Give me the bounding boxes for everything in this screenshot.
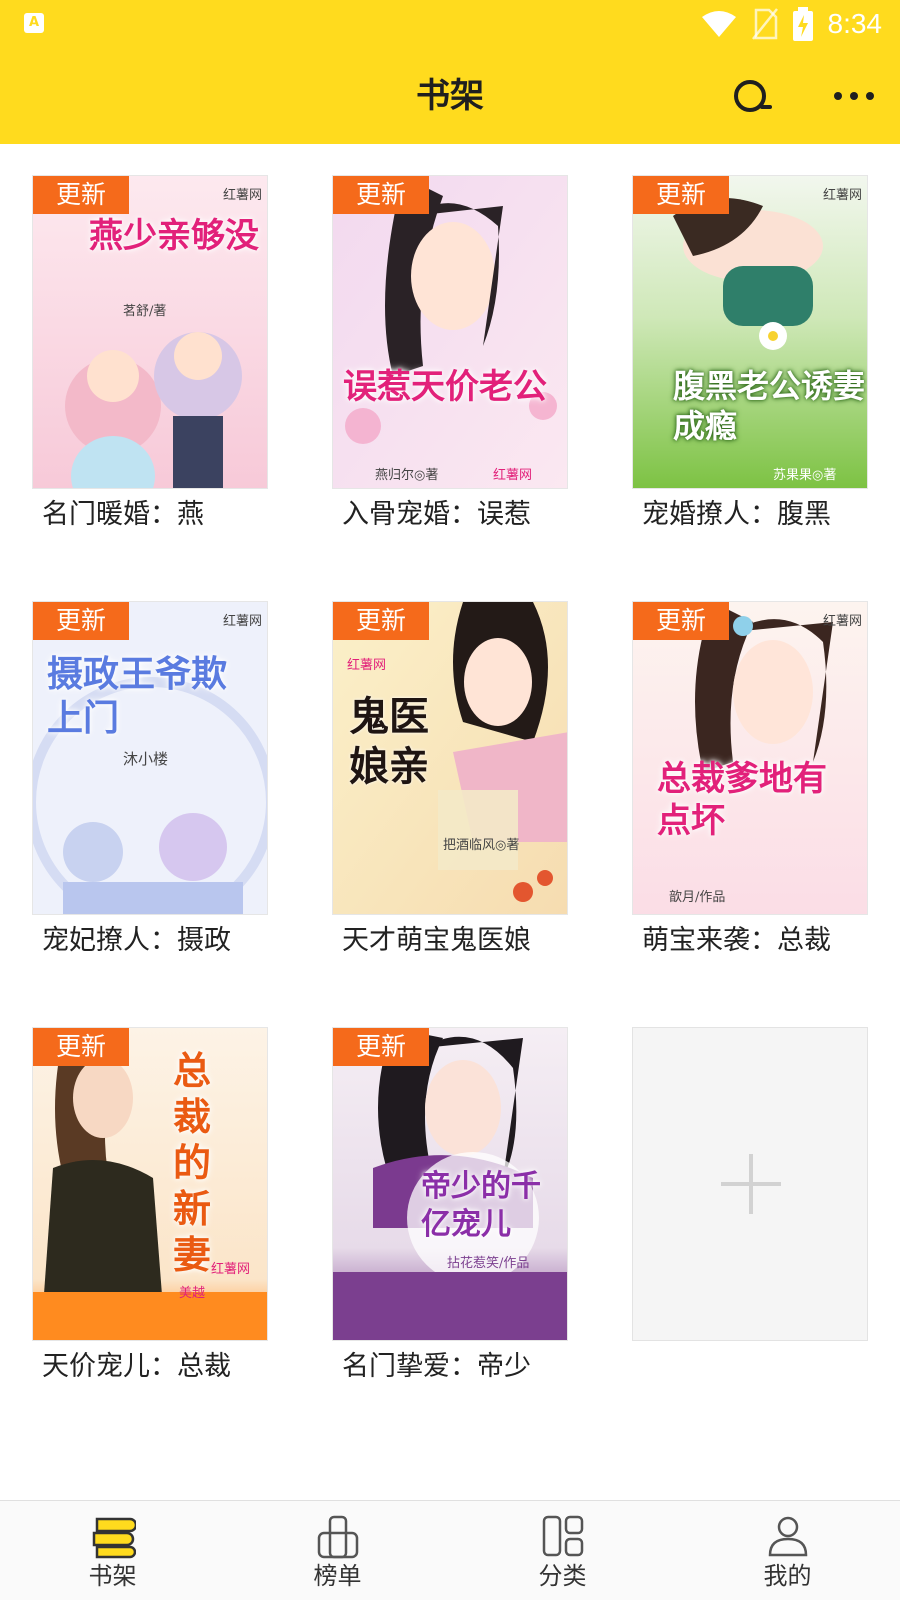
cover-brand: 红薯网: [223, 614, 263, 629]
cover-title-text: 帝少的千亿宠儿: [421, 1169, 541, 1242]
update-badge: 更新: [333, 1028, 429, 1066]
cover-brand: 红薯网: [823, 614, 863, 629]
book-title: 宠婚撩人：腹黑: [642, 499, 831, 530]
no-sim-icon: [751, 8, 778, 40]
book-item[interactable]: 更新 燕少亲够没 红薯网 茗舒/著 名门暖婚：燕: [32, 175, 268, 565]
book-item[interactable]: 更新 帝少的千亿宠儿 拈花惹笑/作品 名门挚爱：帝少: [332, 1027, 568, 1417]
app-bar: 书架: [0, 48, 900, 144]
notification-app-icon: A: [24, 13, 44, 33]
book-item[interactable]: 更新 腹黑老公诱妻成瘾 红薯网 苏果果◎著 宠婚撩人：腹黑: [632, 175, 868, 565]
cover-brand: 红薯网: [823, 188, 863, 203]
update-badge: 更新: [33, 602, 129, 640]
cover-author: 歆月/作品: [669, 890, 726, 905]
update-badge: 更新: [33, 1028, 129, 1066]
nav-label: 我的: [763, 1562, 812, 1590]
nav-label: 分类: [538, 1562, 587, 1590]
book-title: 入骨宠婚：误惹: [342, 499, 531, 530]
cover-brand: 红薯网: [223, 188, 263, 203]
profile-icon: [768, 1516, 808, 1557]
book-cover[interactable]: 更新 帝少的千亿宠儿 拈花惹笑/作品: [332, 1027, 568, 1341]
nav-label: 榜单: [313, 1562, 362, 1590]
update-badge: 更新: [333, 176, 429, 214]
cover-author: 苏果果◎著: [773, 468, 837, 483]
book-cover[interactable]: 更新 鬼医娘亲 红薯网 把酒临风◎著: [332, 601, 568, 915]
book-title: 天才萌宝鬼医娘: [342, 925, 531, 956]
battery-charging-icon: [792, 7, 813, 41]
book-title: 天价宠儿：总裁: [42, 1351, 231, 1382]
book-cover[interactable]: 更新 总裁的新妻 红薯网 美越: [32, 1027, 268, 1341]
cover-brand: 红薯网: [347, 658, 387, 673]
cover-art: [333, 176, 567, 488]
cover-author: 沐小楼: [123, 750, 169, 768]
book-item[interactable]: 更新 鬼医娘亲 红薯网 把酒临风◎著 天才萌宝鬼医娘: [332, 601, 568, 991]
book-item[interactable]: 更新 总裁的新妻 红薯网 美越 天价宠儿：总裁: [32, 1027, 268, 1417]
cover-title-text: 总裁的新妻: [173, 1048, 212, 1277]
book-cover[interactable]: 更新 腹黑老公诱妻成瘾 红薯网 苏果果◎著: [632, 175, 868, 489]
cover-title-text: 总裁爹地有点坏: [657, 759, 827, 841]
status-bar: A 8:34: [0, 0, 900, 48]
update-badge: 更新: [33, 176, 129, 214]
ranking-icon: [317, 1515, 359, 1559]
add-book-button[interactable]: [632, 1027, 868, 1341]
update-badge: 更新: [333, 602, 429, 640]
book-cover[interactable]: 更新 总裁爹地有点坏 歆月/作品 红薯网: [632, 601, 868, 915]
status-icons: 8:34: [700, 6, 883, 42]
bookshelf-icon: [92, 1517, 136, 1559]
book-title: 萌宝来袭：总裁: [642, 925, 831, 956]
book-item[interactable]: 更新 摄政王爷欺上门 红薯网 沐小楼 宠妃撩人：摄政: [32, 601, 268, 991]
bottom-nav: 书架 榜单 分类 我的: [0, 1500, 900, 1600]
cover-art: [33, 1028, 267, 1340]
search-button[interactable]: [730, 74, 778, 118]
cover-author: 把酒临风◎著: [443, 838, 520, 853]
cover-title-text: 鬼医娘亲: [349, 693, 429, 790]
cover-author: 拈花惹笑/作品: [447, 1256, 530, 1271]
wifi-icon: [701, 11, 736, 37]
cover-title-text: 误惹天价老公: [343, 367, 547, 407]
book-title: 名门挚爱：帝少: [342, 1351, 531, 1382]
nav-label: 书架: [88, 1562, 137, 1590]
nav-item-profile[interactable]: 我的: [675, 1501, 900, 1600]
app-root: A 8:34 书架 更新 燕少亲够没 红薯网 茗舒/著 名门暖婚：燕 更新 误惹…: [0, 0, 900, 1600]
cover-title-text: 燕少亲够没: [89, 216, 259, 256]
book-cover[interactable]: 更新 燕少亲够没 红薯网 茗舒/著: [32, 175, 268, 489]
update-badge: 更新: [633, 602, 729, 640]
nav-item-bookshelf[interactable]: 书架: [0, 1501, 225, 1600]
book-item[interactable]: 更新 总裁爹地有点坏 歆月/作品 红薯网 萌宝来袭：总裁: [632, 601, 868, 991]
cover-author: 茗舒/著: [123, 304, 167, 319]
more-icon: [834, 92, 874, 100]
nav-item-category[interactable]: 分类: [450, 1501, 675, 1600]
cover-brand: 红薯网: [493, 468, 533, 483]
update-badge: 更新: [633, 176, 729, 214]
more-button[interactable]: [830, 74, 878, 118]
book-cover[interactable]: 更新 摄政王爷欺上门 红薯网 沐小楼: [32, 601, 268, 915]
nav-item-ranking[interactable]: 榜单: [225, 1501, 450, 1600]
book-cover[interactable]: 更新 误惹天价老公 燕归尔◎著 红薯网: [332, 175, 568, 489]
book-item[interactable]: 更新 误惹天价老公 燕归尔◎著 红薯网 入骨宠婚：误惹: [332, 175, 568, 565]
category-icon: [542, 1515, 584, 1557]
cover-brand: 红薯网: [211, 1262, 251, 1277]
clock: 8:34: [827, 8, 883, 39]
search-icon: [734, 80, 772, 112]
cover-author: 燕归尔◎著: [375, 468, 439, 483]
bookshelf-grid: 更新 燕少亲够没 红薯网 茗舒/著 名门暖婚：燕 更新 误惹天价老公 燕归尔◎著…: [0, 144, 900, 1500]
cover-title-text: 摄政王爷欺上门: [47, 653, 228, 739]
cover-author: 美越: [179, 1286, 206, 1301]
cover-title-text: 腹黑老公诱妻成瘾: [673, 367, 866, 445]
book-title: 名门暖婚：燕: [42, 499, 204, 530]
book-title: 宠妃撩人：摄政: [42, 925, 231, 956]
